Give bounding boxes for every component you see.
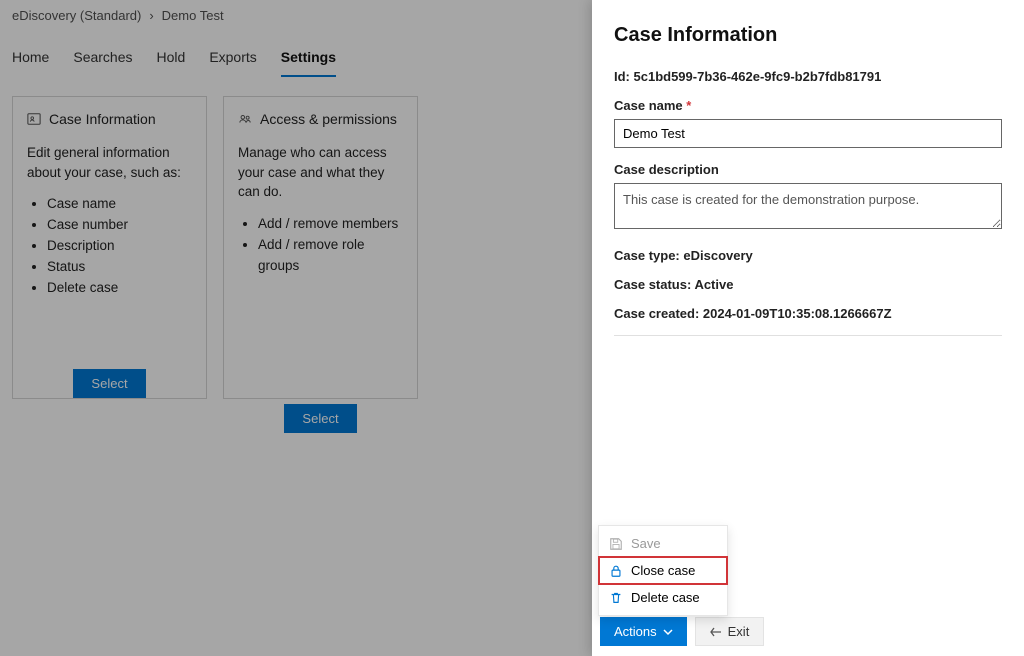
case-name-label: Case name * — [614, 98, 1002, 113]
actions-button[interactable]: Actions — [600, 617, 687, 646]
case-description-label: Case description — [614, 162, 1002, 177]
menu-item-label: Close case — [631, 563, 695, 578]
case-id: Id: 5c1bd599-7b36-462e-9fc9-b2b7fdb81791 — [614, 69, 1002, 84]
save-icon — [609, 537, 623, 551]
list-item: Description — [47, 236, 192, 257]
menu-item-close-case[interactable]: Close case — [599, 557, 727, 584]
card-bullet-list: Case name Case number Description Status… — [47, 194, 192, 299]
arrow-left-icon — [710, 627, 722, 637]
tab-hold[interactable]: Hold — [157, 49, 186, 77]
list-item: Delete case — [47, 278, 192, 299]
card-case-information: Case Information Edit general informatio… — [12, 96, 207, 399]
tab-home[interactable]: Home — [12, 49, 49, 77]
card-description: Manage who can access your case and what… — [238, 143, 403, 202]
tab-searches[interactable]: Searches — [73, 49, 132, 77]
actions-menu: Save Close case Delete case — [598, 525, 728, 616]
case-type: Case type: eDiscovery — [614, 248, 1002, 263]
case-name-input[interactable] — [614, 119, 1002, 148]
chevron-down-icon — [663, 627, 673, 637]
card-title: Case Information — [49, 111, 156, 127]
case-information-panel: Case Information Id: 5c1bd599-7b36-462e-… — [592, 0, 1024, 656]
panel-footer: Actions Exit — [592, 611, 1024, 656]
card-bullet-list: Add / remove members Add / remove role g… — [258, 214, 403, 277]
panel-heading: Case Information — [614, 24, 1002, 47]
case-status: Case status: Active — [614, 277, 1002, 292]
select-access-button[interactable]: Select — [284, 404, 356, 433]
list-item: Case name — [47, 194, 192, 215]
list-item: Add / remove role groups — [258, 235, 403, 277]
select-case-info-button[interactable]: Select — [73, 369, 145, 398]
trash-icon — [609, 591, 623, 605]
menu-item-delete-case[interactable]: Delete case — [599, 584, 727, 611]
tab-settings[interactable]: Settings — [281, 49, 336, 77]
card-description: Edit general information about your case… — [27, 143, 192, 182]
breadcrumb-current: Demo Test — [162, 8, 224, 23]
menu-item-label: Save — [631, 536, 661, 551]
menu-item-save[interactable]: Save — [599, 530, 727, 557]
lock-icon — [609, 564, 623, 578]
breadcrumb-root[interactable]: eDiscovery (Standard) — [12, 8, 141, 23]
list-item: Add / remove members — [258, 214, 403, 235]
menu-item-label: Delete case — [631, 590, 700, 605]
case-description-textarea[interactable]: This case is created for the demonstrati… — [614, 183, 1002, 229]
list-item: Case number — [47, 215, 192, 236]
people-icon — [238, 112, 252, 126]
chevron-right-icon: › — [149, 8, 153, 23]
card-access-permissions: Access & permissions Manage who can acce… — [223, 96, 418, 399]
exit-button[interactable]: Exit — [695, 617, 765, 646]
tab-exports[interactable]: Exports — [209, 49, 256, 77]
case-created: Case created: 2024-01-09T10:35:08.126666… — [614, 306, 1002, 321]
contact-card-icon — [27, 112, 41, 126]
list-item: Status — [47, 257, 192, 278]
card-title: Access & permissions — [260, 111, 397, 127]
